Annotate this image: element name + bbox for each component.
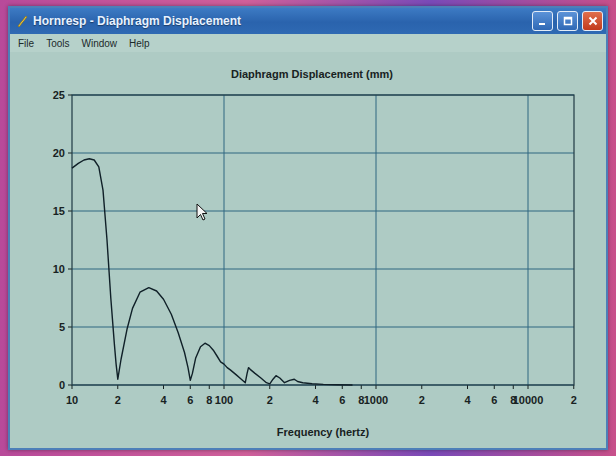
mouse-cursor-icon bbox=[196, 203, 208, 221]
y-tick-label: 25 bbox=[53, 89, 65, 101]
x-tick-label: 2 bbox=[115, 394, 121, 406]
x-tick-label: 4 bbox=[464, 394, 471, 406]
x-axis-title: Frequency (hertz) bbox=[277, 426, 370, 438]
y-tick-label: 15 bbox=[53, 205, 65, 217]
y-tick-label: 0 bbox=[59, 379, 65, 391]
displacement-line bbox=[72, 159, 353, 385]
window-title: Hornresp - Diaphragm Displacement bbox=[33, 12, 528, 30]
x-tick-label: 4 bbox=[312, 394, 319, 406]
menu-bar: File Tools Window Help bbox=[10, 34, 606, 52]
chart-title: Diaphragm Displacement (mm) bbox=[231, 68, 393, 80]
grid-line bbox=[72, 269, 574, 270]
grid-line bbox=[72, 153, 574, 154]
x-tick-label: 2 bbox=[571, 394, 577, 406]
menu-item[interactable]: Help bbox=[127, 35, 152, 52]
x-tick-label: 6 bbox=[491, 394, 497, 406]
x-tick-label: 6 bbox=[187, 394, 193, 406]
x-tick-label: 8 bbox=[206, 394, 212, 406]
grid-line bbox=[72, 327, 574, 328]
chart-area: Diaphragm Displacement (mm) 0 5 10 15 20 25 10 2… bbox=[10, 52, 606, 448]
grid-line bbox=[224, 95, 225, 385]
y-tick-label: 20 bbox=[53, 147, 65, 159]
x-tick-label: 10 bbox=[66, 394, 78, 406]
displacement-chart: Diaphragm Displacement (mm) 0 5 10 15 20 25 10 2… bbox=[10, 52, 606, 448]
grid-line bbox=[528, 95, 529, 385]
menu-item[interactable]: Window bbox=[79, 35, 119, 52]
plot-frame bbox=[72, 95, 574, 385]
x-tick-label: 10000 bbox=[513, 394, 544, 406]
maximize-icon[interactable] bbox=[557, 11, 578, 31]
menu-item[interactable]: Tools bbox=[44, 35, 71, 52]
x-tick-label: 2 bbox=[267, 394, 273, 406]
y-tick-label: 10 bbox=[53, 263, 65, 275]
menu-item[interactable]: File bbox=[16, 35, 36, 52]
x-tick-label: 6 bbox=[339, 394, 345, 406]
grid-line bbox=[376, 95, 377, 385]
x-tick-label: 4 bbox=[160, 394, 167, 406]
close-icon[interactable] bbox=[582, 11, 603, 31]
grid-line bbox=[72, 211, 574, 212]
x-tick-label: 100 bbox=[215, 394, 233, 406]
x-tick-label: 1000 bbox=[364, 394, 388, 406]
x-tick-label: 2 bbox=[419, 394, 425, 406]
minimize-icon[interactable] bbox=[532, 11, 553, 31]
app-icon bbox=[15, 14, 29, 28]
y-tick-label: 5 bbox=[59, 321, 65, 333]
title-bar: Hornresp - Diaphragm Displacement bbox=[10, 8, 606, 34]
app-window: Hornresp - Diaphragm Displacement File To… bbox=[8, 6, 608, 450]
